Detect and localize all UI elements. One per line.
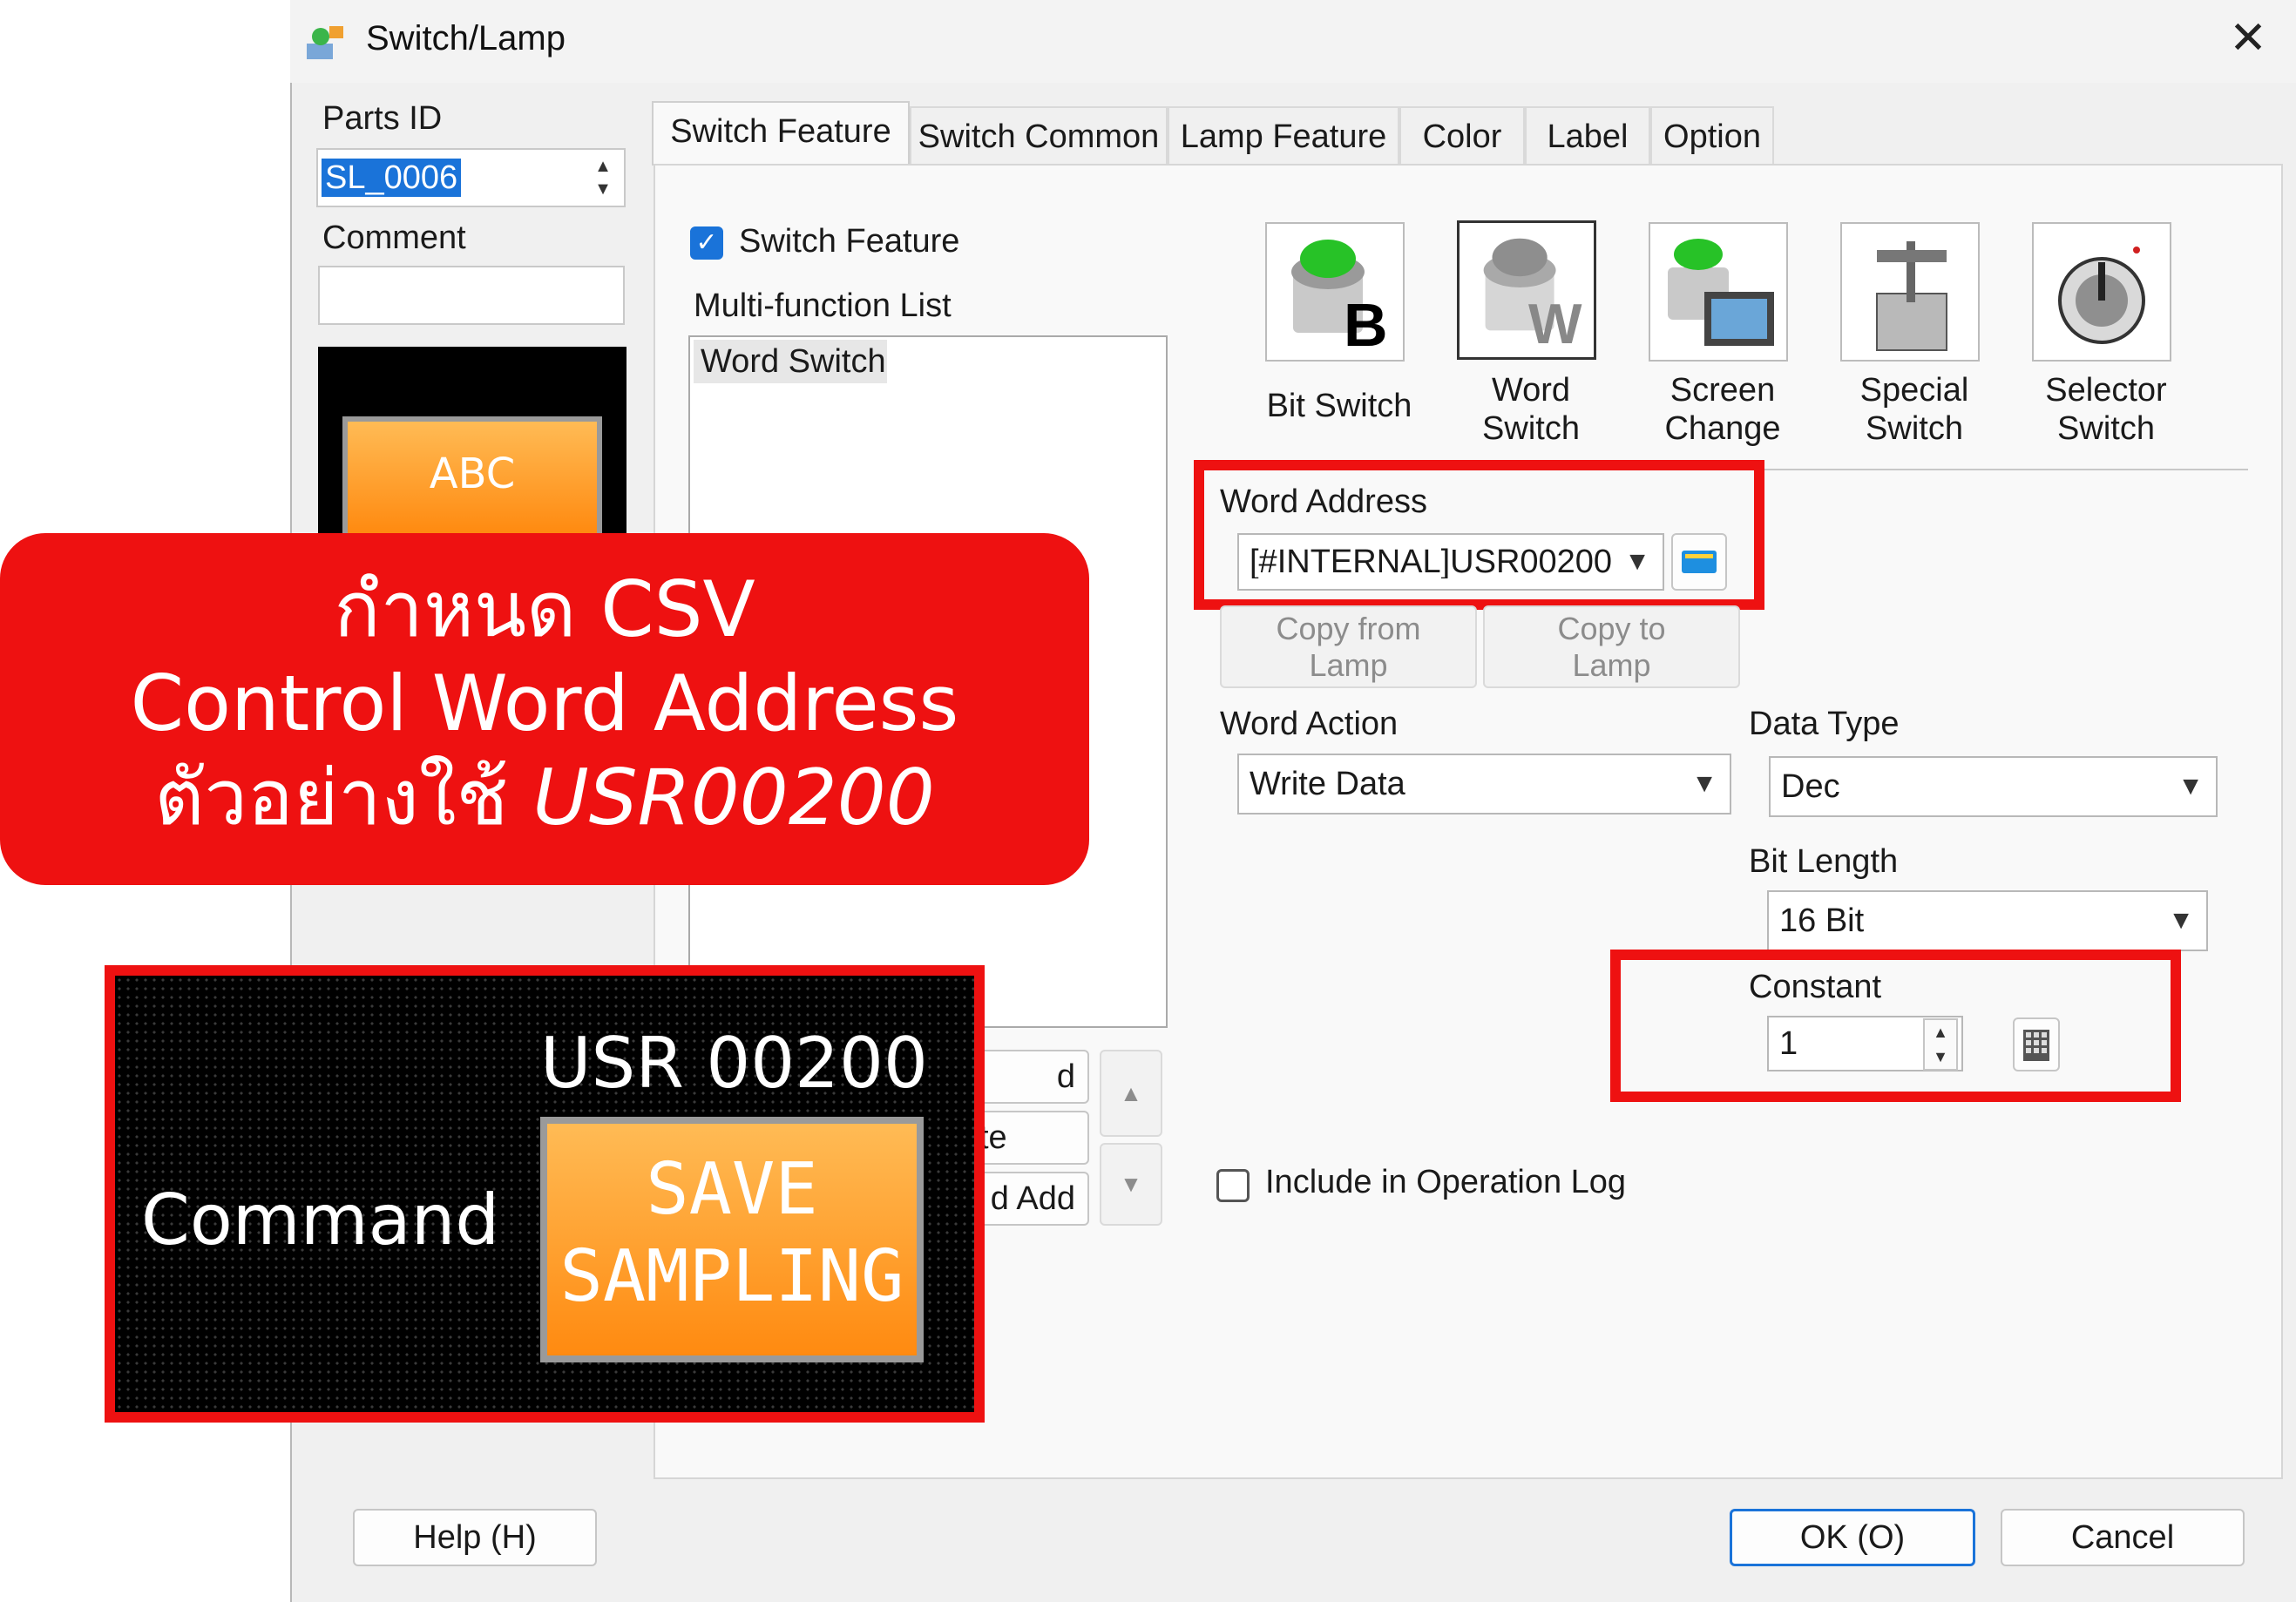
copy-to-lamp-label-2: Lamp (1572, 647, 1651, 683)
move-down-icon[interactable]: ▼ (1100, 1143, 1162, 1226)
bit-length-value: 16 Bit (1779, 902, 1865, 939)
panel-command-label: Command (141, 1180, 500, 1261)
save-sampling-line-2: SAMPLING (559, 1235, 904, 1318)
svg-text:B: B (1344, 291, 1388, 359)
screen-change-caption-1: Screen (1670, 372, 1776, 409)
screen-change-caption-2: Change (1664, 410, 1781, 447)
copy-from-lamp-button[interactable]: Copy from Lamp (1220, 605, 1477, 688)
switch-feature-checkbox-label: Switch Feature (739, 223, 960, 260)
screen-change-icon (1668, 239, 1774, 346)
help-button[interactable]: Help (H) (353, 1509, 597, 1566)
bit-switch-tile[interactable]: B (1265, 222, 1405, 362)
word-switch-caption-1: Word (1491, 372, 1571, 409)
switch-feature-checkbox[interactable]: ✓ (690, 226, 723, 260)
word-action-select[interactable]: Write Data ▼ (1237, 754, 1731, 815)
preview-button: ABC (342, 416, 602, 538)
save-sampling-line-1: SAVE (646, 1148, 818, 1231)
word-action-label: Word Action (1220, 706, 1399, 742)
multi-function-list-label: Multi-function List (694, 287, 952, 324)
selector-switch-caption-1: Selector (2045, 372, 2167, 409)
panel-address: USR 00200 (540, 1023, 928, 1104)
window-title: Switch/Lamp (366, 19, 566, 57)
tab-label[interactable]: Label (1525, 106, 1650, 164)
copy-to-lamp-button[interactable]: Copy to Lamp (1483, 605, 1740, 688)
copy-from-lamp-label-2: Lamp (1309, 647, 1388, 683)
copy-from-lamp-label-1: Copy from (1276, 611, 1421, 646)
move-up-icon[interactable]: ▲ (1100, 1050, 1162, 1137)
data-type-select[interactable]: Dec ▼ (1769, 756, 2218, 817)
comment-field[interactable] (318, 266, 625, 325)
bit-switch-icon: B (1291, 240, 1388, 359)
annotation-banner: กำหนด CSV Control Word Address ตัวอย่างใ… (0, 533, 1089, 885)
word-action-value: Write Data (1250, 766, 1405, 802)
tab-option[interactable]: Option (1650, 106, 1774, 164)
copy-to-lamp-label-1: Copy to (1557, 611, 1666, 646)
bit-length-label: Bit Length (1749, 843, 1899, 880)
banner-line-3-text: ตัวอย่างใช้ (154, 753, 533, 842)
list-item[interactable]: Word Switch (694, 340, 887, 383)
word-address-highlight (1194, 460, 1764, 610)
selector-switch-caption-2: Switch (2057, 410, 2155, 447)
banner-line-1: กำหนด CSV (334, 564, 755, 654)
data-type-value: Dec (1781, 768, 1840, 805)
svg-text:W: W (1528, 292, 1582, 355)
parts-id-label: Parts ID (322, 100, 443, 137)
operation-log-checkbox[interactable] (1216, 1169, 1250, 1202)
chevron-down-icon: ▼ (2177, 772, 2204, 801)
banner-line-3: ตัวอย่างใช้ USR00200 (0, 751, 1089, 845)
tab-lamp-feature[interactable]: Lamp Feature (1168, 106, 1399, 164)
tab-switch-feature[interactable]: Switch Feature (652, 101, 910, 166)
app-icon (307, 26, 343, 59)
comment-label: Comment (322, 220, 466, 256)
selector-switch-icon (2058, 247, 2145, 344)
selector-switch-tile[interactable] (2032, 222, 2171, 362)
tab-color[interactable]: Color (1399, 106, 1525, 164)
chevron-down-icon: ▼ (1691, 769, 1717, 798)
bit-switch-caption: Bit Switch (1266, 388, 1412, 424)
data-type-label: Data Type (1749, 706, 1900, 742)
banner-line-2: Control Word Address (130, 659, 959, 748)
title-bar (290, 0, 2296, 83)
save-sampling-button: SAVE SAMPLING (540, 1117, 924, 1362)
ok-button[interactable]: OK (O) (1730, 1509, 1975, 1566)
bit-length-select[interactable]: 16 Bit ▼ (1767, 890, 2208, 951)
parts-id-value: SL_0006 (322, 159, 462, 197)
word-switch-caption-2: Switch (1482, 410, 1580, 447)
word-switch-icon: W (1483, 238, 1582, 355)
parts-preview: ABC (318, 347, 626, 547)
cancel-button[interactable]: Cancel (2001, 1509, 2245, 1566)
constant-highlight (1610, 950, 2181, 1102)
special-switch-caption-1: Special (1859, 372, 1969, 409)
parts-id-field[interactable]: SL_0006 ▲ ▼ (316, 148, 626, 207)
close-icon[interactable]: ✕ (2222, 12, 2274, 64)
parts-id-spinner[interactable]: ▲ ▼ (587, 155, 619, 200)
word-switch-tile[interactable]: W (1457, 220, 1596, 360)
chevron-down-icon: ▼ (2168, 906, 2194, 935)
command-panel-preview: USR 00200 Command SAVE SAMPLING (105, 965, 985, 1423)
tab-switch-common[interactable]: Switch Common (910, 106, 1168, 164)
special-switch-tile[interactable] (1840, 222, 1980, 362)
special-switch-icon (1876, 241, 1947, 351)
banner-line-3-address: USR00200 (532, 753, 935, 842)
special-switch-caption-2: Switch (1866, 410, 1963, 447)
screen-change-tile[interactable] (1649, 222, 1788, 362)
operation-log-label: Include in Operation Log (1265, 1164, 1627, 1200)
